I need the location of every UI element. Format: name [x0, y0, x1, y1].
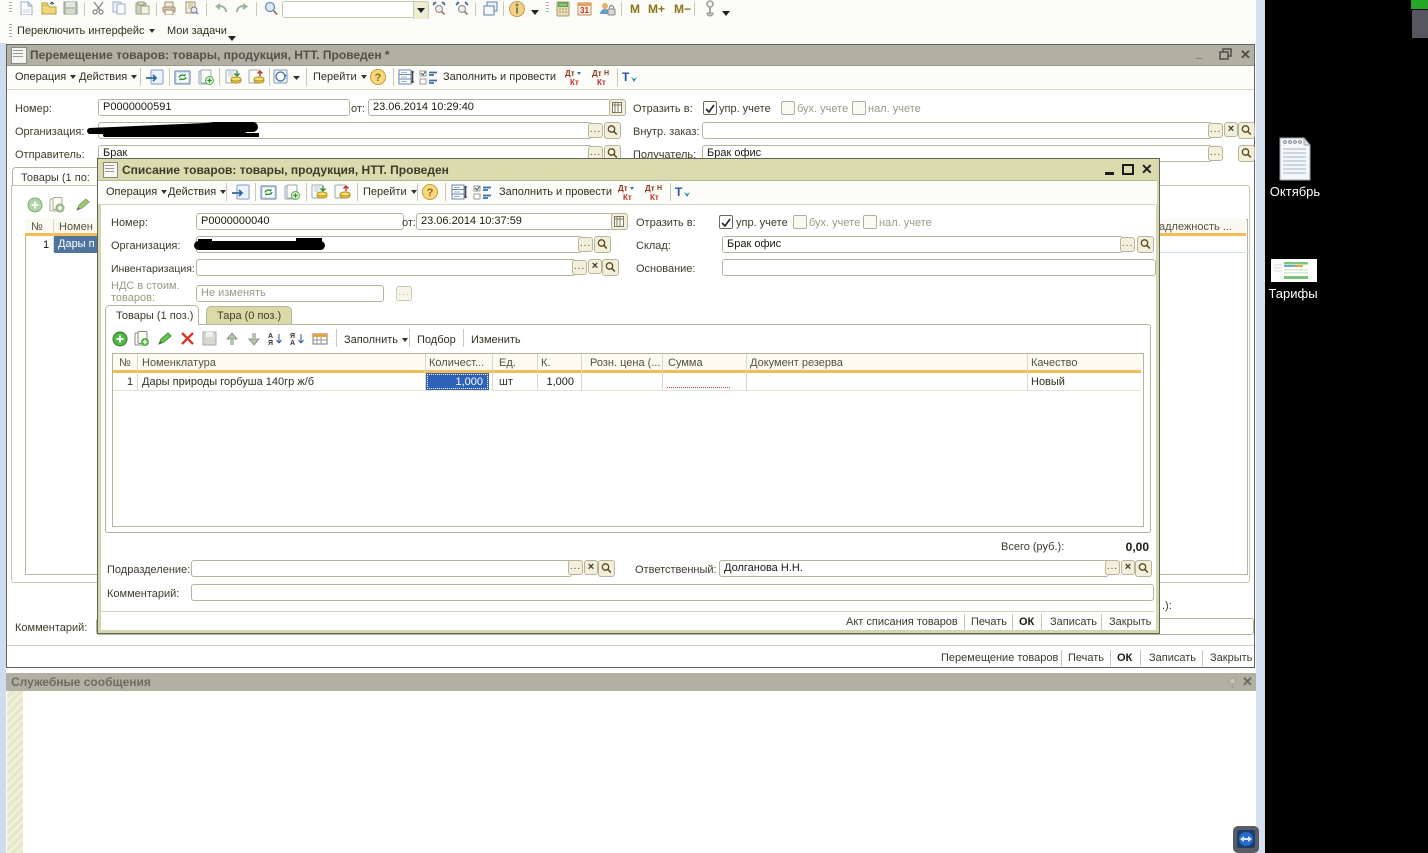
svg-text:Т: Т — [622, 70, 630, 84]
svg-text:А: А — [290, 340, 295, 347]
svg-text:Т: Т — [675, 185, 683, 199]
svg-text:Дт: Дт — [592, 69, 602, 78]
svg-text:Дт: Дт — [565, 69, 575, 78]
svg-text:Кт: Кт — [623, 193, 632, 202]
svg-text:Кт: Кт — [650, 193, 659, 202]
svg-text:Дт: Дт — [618, 184, 628, 193]
svg-text:Я: Я — [268, 340, 273, 347]
svg-text:Н: Н — [604, 70, 609, 77]
svg-text:Кт: Кт — [570, 78, 579, 87]
svg-text:Дт: Дт — [645, 184, 655, 193]
svg-text:?: ? — [375, 72, 382, 84]
svg-text:Я: Я — [290, 333, 295, 340]
svg-text:Н: Н — [657, 185, 662, 192]
svg-text:Кт: Кт — [597, 78, 606, 87]
svg-text:?: ? — [427, 187, 434, 199]
svg-text:31: 31 — [580, 6, 589, 15]
svg-text:А: А — [268, 333, 273, 340]
